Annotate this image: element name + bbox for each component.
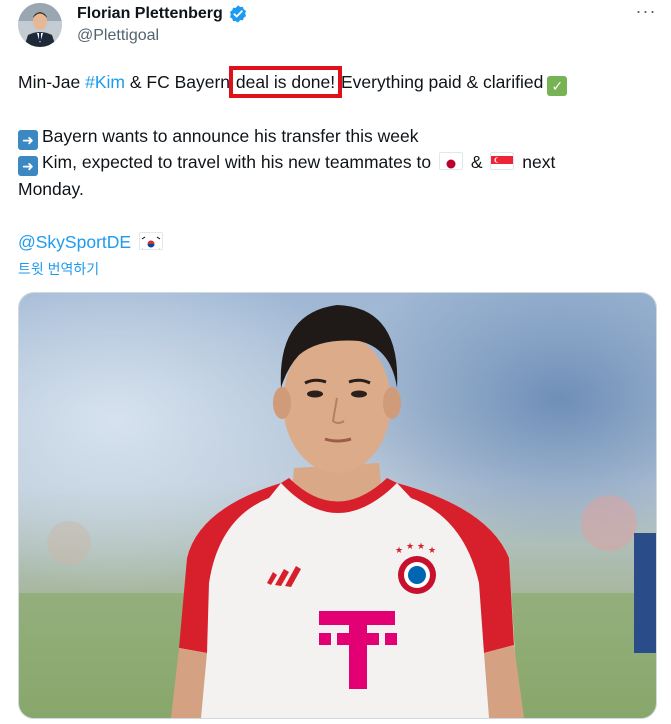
right-arrow-emoji-icon: ➜ [18, 156, 38, 176]
author-display-name[interactable]: Florian Plettenberg [77, 4, 223, 24]
text-segment: Bayern wants to announce his transfer th… [42, 125, 419, 146]
right-arrow-emoji-icon: ➜ [18, 129, 38, 150]
translate-tweet-link[interactable]: 트윗 번역하기 [18, 259, 99, 279]
text-segment: Kim, expected to travel with his new tea… [42, 152, 432, 172]
tweet-text: Min-Jae #Kim & FC Bayern deal is done! E… [18, 66, 658, 256]
text-segment: next [522, 152, 556, 172]
singapore-flag-emoji-icon [490, 152, 515, 170]
more-options-button[interactable]: ··· [632, 2, 660, 24]
highlighted-phrase: deal is done! [228, 66, 343, 98]
text-segment: Everything paid & clarified [336, 72, 544, 92]
tweet-line-4: Monday. [18, 178, 84, 199]
text-segment: & [470, 152, 483, 172]
tweet-line-1: Min-Jae #Kim & FC Bayern deal is done! E… [18, 66, 658, 98]
mention-skysportde-link[interactable]: @SkySportDE [18, 232, 131, 252]
check-mark-emoji-icon: ✓ [547, 76, 568, 96]
author-handle[interactable]: @Plettigoal [77, 27, 159, 45]
svg-text:★: ★ [428, 545, 436, 555]
tweet-media-image[interactable]: ★ ★ ★ ★ [18, 292, 657, 719]
japan-flag-emoji-icon [438, 152, 463, 170]
tweet-line-5: @SkySportDE [18, 229, 658, 256]
profile-photo-icon [18, 3, 62, 47]
south-korea-flag-emoji-icon [138, 232, 163, 250]
author-name-row: Florian Plettenberg [77, 4, 248, 24]
text-segment: & FC Bayern [124, 72, 235, 92]
tweet-line-3: ➜ Kim, expected to travel with his new te… [18, 149, 658, 176]
author-avatar[interactable] [18, 3, 62, 47]
svg-text:★: ★ [417, 541, 425, 551]
hashtag-kim-link[interactable]: #Kim [85, 72, 125, 92]
verified-badge-icon [229, 5, 246, 23]
tweet-line-2: ➜ Bayern wants to announce his transfer t… [18, 123, 658, 150]
player-photo-icon: ★ ★ ★ ★ [19, 293, 656, 718]
svg-text:★: ★ [406, 541, 414, 551]
svg-text:★: ★ [395, 545, 403, 555]
text-segment: Min-Jae [18, 72, 86, 92]
